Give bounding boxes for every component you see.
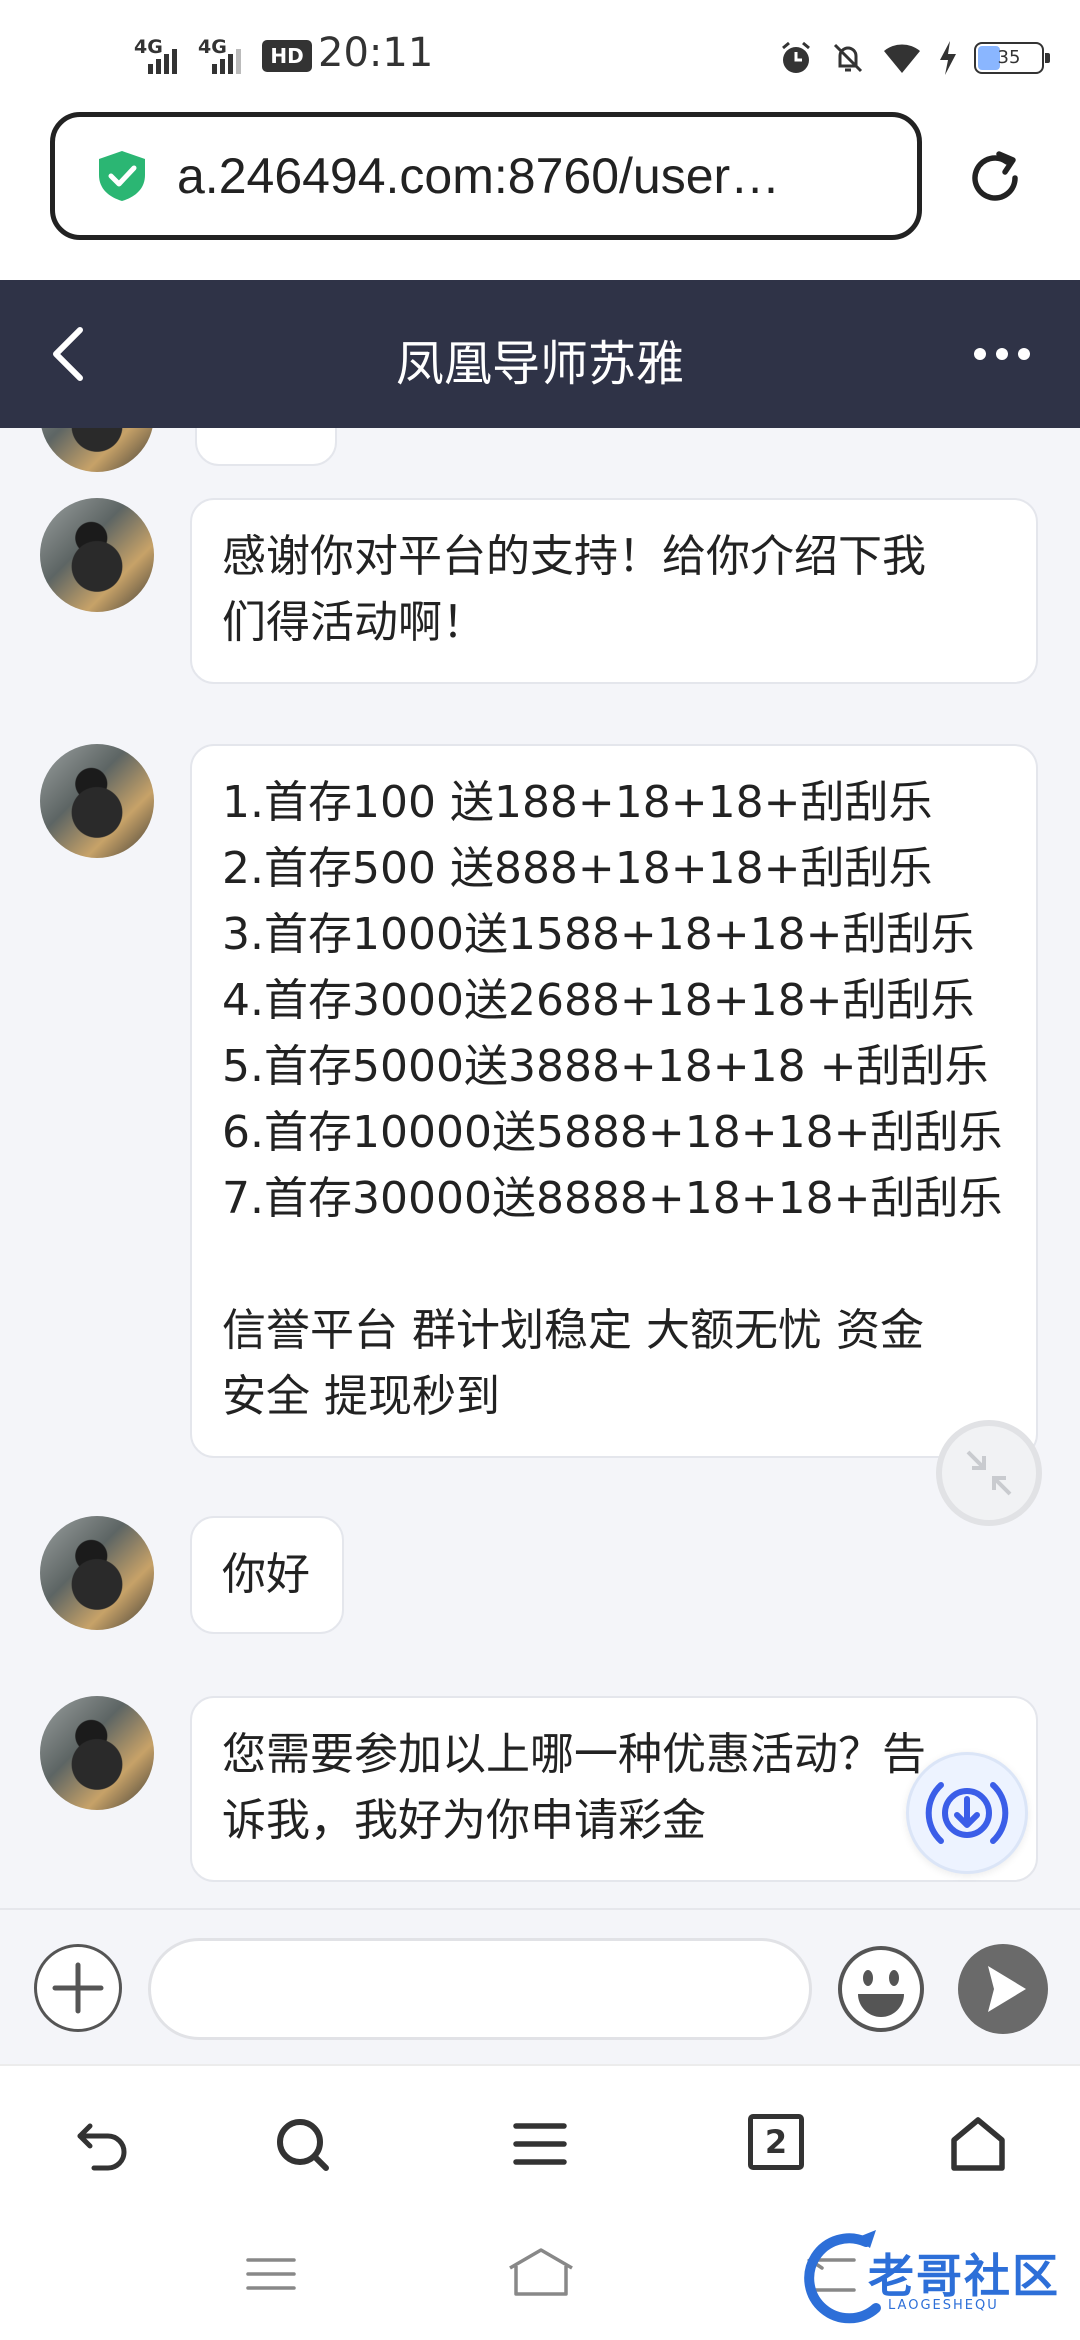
charging-icon	[940, 41, 956, 75]
address-bar[interactable]: a.246494.com:8760/user…	[50, 112, 922, 240]
message-bubble: 1.首存100 送188+18+18+刮刮乐 2.首存500 送888+18+1…	[190, 744, 1038, 1458]
avatar[interactable]	[40, 1516, 154, 1630]
home-icon[interactable]	[948, 2114, 1008, 2174]
secure-shield-icon	[99, 151, 145, 201]
send-button[interactable]	[958, 1944, 1048, 2034]
avatar[interactable]	[40, 428, 154, 472]
message-bubble-partial	[195, 428, 337, 466]
avatar[interactable]	[40, 498, 154, 612]
hd-voice-badge: HD	[262, 40, 312, 72]
mute-icon	[833, 43, 863, 73]
message-input-bar	[0, 1908, 1080, 2064]
add-attachment-button[interactable]	[34, 1944, 122, 2032]
avatar[interactable]	[40, 744, 154, 858]
message-bubble: 感谢你对平台的支持！给你介绍下我 们得活动啊！	[190, 498, 1038, 684]
network-type-2: 4G	[198, 36, 227, 58]
url-text[interactable]: a.246494.com:8760/user…	[177, 147, 857, 205]
download-float-button[interactable]	[906, 1752, 1028, 1874]
network-type-1: 4G	[134, 36, 163, 58]
tabs-button[interactable]: 2	[748, 2114, 804, 2170]
chat-header: 凤凰导师苏雅	[0, 280, 1080, 428]
menu-icon[interactable]	[510, 2114, 570, 2174]
chat-message-list[interactable]: 感谢你对平台的支持！给你介绍下我 们得活动啊！ 1.首存100 送188+18+…	[0, 428, 1080, 1908]
chat-title: 凤凰导师苏雅	[395, 336, 684, 392]
status-time: 20:11	[318, 30, 434, 76]
download-waves-icon	[925, 1782, 1009, 1844]
alarm-icon	[782, 41, 810, 73]
recent-apps-icon[interactable]	[244, 2254, 298, 2294]
send-arrow-icon	[988, 1966, 1026, 2012]
status-bar: 4G 4G HD 20:11 35	[0, 0, 1080, 108]
emoji-icon[interactable]	[836, 1944, 926, 2034]
undo-back-icon[interactable]	[72, 2114, 132, 2174]
minimize-float-button[interactable]	[936, 1420, 1042, 1526]
system-home-icon[interactable]	[506, 2246, 576, 2298]
cellular-signal-1: 4G	[134, 34, 177, 74]
battery-level: 35	[997, 47, 1021, 68]
battery-icon: 35	[974, 42, 1050, 74]
plus-icon	[52, 1962, 104, 2014]
reload-icon[interactable]	[965, 148, 1025, 208]
browser-toolbar: 2	[0, 2064, 1080, 2214]
site-watermark: 老哥社区 LAOGESHEQU	[796, 2228, 1066, 2324]
message-input[interactable]	[148, 1938, 812, 2040]
status-icons: 35	[778, 40, 1050, 76]
search-icon[interactable]	[272, 2114, 332, 2174]
message-bubble: 你好	[190, 1516, 344, 1634]
shrink-icon	[966, 1450, 1012, 1496]
watermark-subtext: LAOGESHEQU	[888, 2298, 999, 2313]
wifi-icon	[884, 44, 920, 73]
watermark-text: 老哥社区	[868, 2249, 1060, 2303]
cellular-signal-2: 4G	[198, 34, 241, 74]
avatar[interactable]	[40, 1696, 154, 1810]
system-navigation-bar: 老哥社区 LAOGESHEQU	[0, 2214, 1080, 2340]
more-options-icon[interactable]	[972, 344, 1032, 364]
browser-address-area: a.246494.com:8760/user…	[0, 108, 1080, 280]
